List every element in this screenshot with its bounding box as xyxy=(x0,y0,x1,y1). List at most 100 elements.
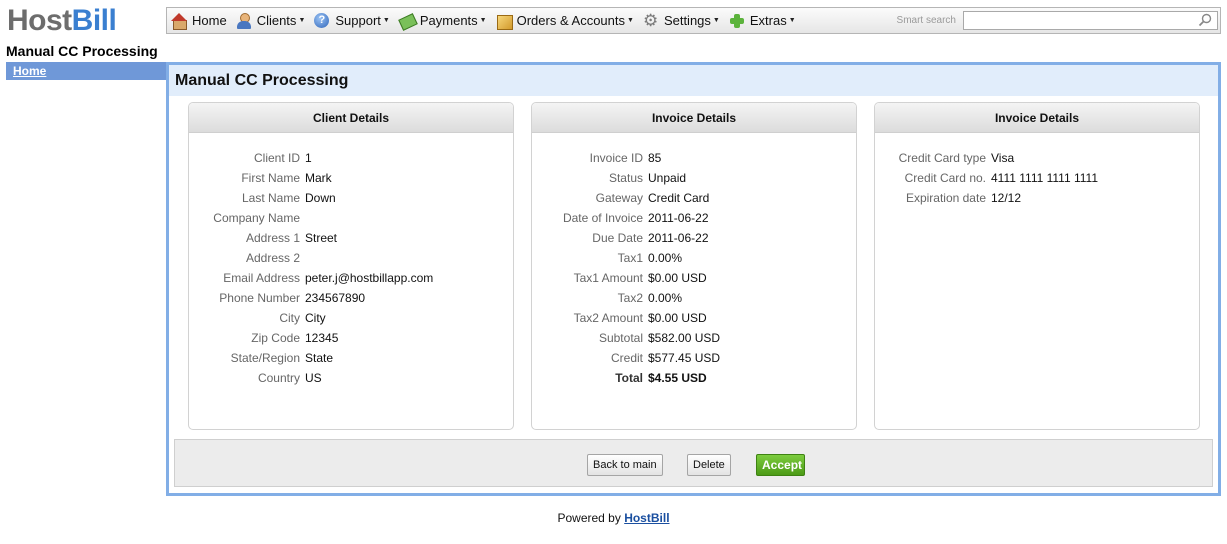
detail-row: State/Region State xyxy=(189,348,513,368)
detail-row: Zip Code 12345 xyxy=(189,328,513,348)
footer-text: Powered by xyxy=(557,511,621,525)
detail-value: Unpaid xyxy=(648,171,687,185)
detail-value: 0.00% xyxy=(648,251,683,265)
detail-row: Credit Card type Visa xyxy=(875,148,1199,168)
detail-label: Expiration date xyxy=(905,191,986,205)
nav-settings[interactable]: Settings ▼ xyxy=(639,8,725,33)
detail-row: Expiration date 12/12 xyxy=(875,188,1199,208)
action-bar: Back to main Delete Accept xyxy=(174,439,1213,487)
detail-row: Invoice ID 85 xyxy=(532,148,856,168)
detail-label: Status xyxy=(608,171,643,185)
detail-value: Street xyxy=(305,231,338,245)
caret-down-icon: ▼ xyxy=(382,17,390,24)
detail-row: Status Unpaid xyxy=(532,168,856,188)
detail-value: 0.00% xyxy=(648,291,683,305)
client-details-card: Client Details Client ID 1 First Name Mark… xyxy=(188,102,514,430)
invoice-details-rows: Invoice ID 85 Status Unpaid Gateway Credit … xyxy=(532,133,856,388)
detail-row: Tax1 0.00% xyxy=(532,248,856,268)
detail-label: Phone Number xyxy=(219,291,300,305)
detail-row: Phone Number 234567890 xyxy=(189,288,513,308)
smart-search-input[interactable] xyxy=(963,11,1218,30)
nav-payments[interactable]: Payments ▼ xyxy=(395,8,492,33)
detail-label: Client ID xyxy=(253,151,300,165)
detail-value: Credit Card xyxy=(648,191,710,205)
sidebar-home-link[interactable]: Home xyxy=(13,64,46,78)
credit-card-details-card: Invoice Details Credit Card type Visa Cre… xyxy=(874,102,1200,430)
detail-row: Tax2 0.00% xyxy=(532,288,856,308)
detail-row: Tax2 Amount $0.00 USD xyxy=(532,308,856,328)
detail-label: Country xyxy=(257,371,300,385)
sidebar-item-home[interactable]: Home xyxy=(6,62,166,80)
detail-row: Client ID 1 xyxy=(189,148,513,168)
nav-clients[interactable]: Clients ▼ xyxy=(232,8,311,33)
gear-icon xyxy=(643,11,659,31)
detail-label: Tax1 xyxy=(617,251,643,265)
detail-row: Country US xyxy=(189,368,513,388)
detail-value: 234567890 xyxy=(305,291,366,305)
detail-value: 85 xyxy=(648,151,662,165)
clients-icon xyxy=(236,12,252,29)
logo-text-host: Host xyxy=(7,4,72,37)
nav-payments-label: Payments xyxy=(419,13,478,28)
logo-text-bill: Bill xyxy=(71,4,117,37)
detail-label: Last Name xyxy=(241,191,300,205)
detail-label: Date of Invoice xyxy=(562,211,643,225)
client-details-heading: Client Details xyxy=(189,103,513,133)
detail-label: Invoice ID xyxy=(589,151,643,165)
nav-clients-label: Clients xyxy=(256,13,297,28)
hostbill-logo[interactable]: HostBill xyxy=(7,4,117,38)
detail-label: Address 2 xyxy=(245,251,300,265)
detail-value: 1 xyxy=(305,151,312,165)
detail-value: peter.j@hostbillapp.com xyxy=(305,271,434,285)
detail-row: Gateway Credit Card xyxy=(532,188,856,208)
detail-label: Tax1 Amount xyxy=(573,271,643,285)
detail-label: Due Date xyxy=(592,231,643,245)
caret-down-icon: ▼ xyxy=(298,17,306,24)
accept-button[interactable]: Accept xyxy=(756,454,805,476)
caret-down-icon: ▼ xyxy=(788,17,796,24)
detail-value: 12345 xyxy=(305,331,339,345)
back-to-main-button[interactable]: Back to main xyxy=(587,454,663,476)
nav-home[interactable]: Home xyxy=(167,8,232,33)
nav-settings-label: Settings xyxy=(663,13,711,28)
detail-value: Visa xyxy=(991,151,1015,165)
detail-row: Last Name Down xyxy=(189,188,513,208)
main-title: Manual CC Processing xyxy=(169,65,1218,96)
detail-label: Credit Card no. xyxy=(904,171,986,185)
page-heading: Manual CC Processing xyxy=(6,43,158,59)
detail-value: $0.00 USD xyxy=(648,311,707,325)
detail-label: Email Address xyxy=(223,271,300,285)
detail-value: $577.45 USD xyxy=(648,351,721,365)
nav-extras[interactable]: Extras ▼ xyxy=(725,8,801,33)
payments-icon xyxy=(399,13,415,29)
detail-value: US xyxy=(305,371,322,385)
detail-value: State xyxy=(305,351,334,365)
detail-label: City xyxy=(279,311,300,325)
detail-row: Tax1 Amount $0.00 USD xyxy=(532,268,856,288)
search-icon[interactable] xyxy=(1198,13,1212,27)
footer-hostbill-link[interactable]: HostBill xyxy=(624,511,669,525)
detail-label: Tax2 Amount xyxy=(573,311,643,325)
detail-value: Mark xyxy=(305,171,332,185)
detail-value: $0.00 USD xyxy=(648,271,707,285)
extras-puzzle-icon xyxy=(729,13,745,29)
nav-orders-accounts[interactable]: Orders & Accounts ▼ xyxy=(492,8,639,33)
detail-row: Credit Card no. 4111 1111 1111 1111 xyxy=(875,168,1199,188)
detail-row: Email Address peter.j@hostbillapp.com xyxy=(189,268,513,288)
detail-value: 4111 1111 1111 1111 xyxy=(991,171,1098,185)
detail-label: Credit Card type xyxy=(898,151,986,165)
detail-value: City xyxy=(305,311,326,325)
delete-button[interactable]: Delete xyxy=(687,454,731,476)
detail-label: Company Name xyxy=(213,211,300,225)
caret-down-icon: ▼ xyxy=(712,17,720,24)
detail-label: State/Region xyxy=(230,351,300,365)
total-row: Total $4.55 USD xyxy=(532,368,856,388)
detail-row: First Name Mark xyxy=(189,168,513,188)
credit-card-details-rows: Credit Card type Visa Credit Card no. 4111… xyxy=(875,133,1199,208)
detail-value: Down xyxy=(305,191,336,205)
nav-support[interactable]: Support ▼ xyxy=(310,8,394,33)
detail-value: 12/12 xyxy=(991,191,1022,205)
main-panel: Manual CC Processing Client Details Clie… xyxy=(166,62,1221,496)
detail-row: City City xyxy=(189,308,513,328)
footer: Powered by HostBill xyxy=(0,511,1227,525)
